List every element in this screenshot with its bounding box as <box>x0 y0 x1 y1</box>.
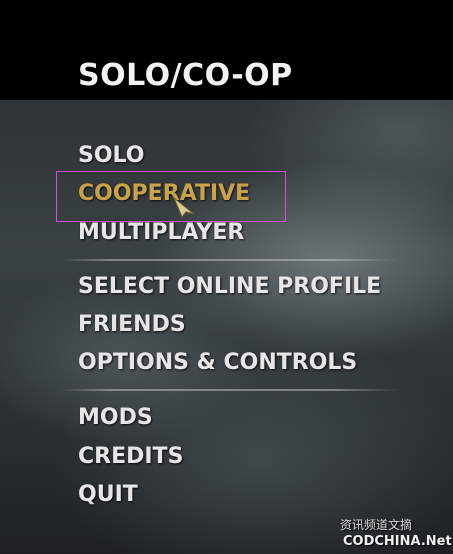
menu-divider <box>60 389 400 391</box>
menu-item-mods[interactable]: MODS <box>78 405 153 430</box>
watermark-site: CODCHINA.Net <box>343 534 452 549</box>
selection-highlight-box <box>56 171 286 222</box>
menu-divider <box>60 259 400 261</box>
main-menu: SOLO COOPERATIVE MULTIPLAYER SELECT ONLI… <box>0 0 453 554</box>
menu-item-quit[interactable]: QUIT <box>78 482 138 507</box>
menu-item-solo[interactable]: SOLO <box>78 143 144 168</box>
menu-item-options-controls[interactable]: OPTIONS & CONTROLS <box>78 350 357 375</box>
menu-item-friends[interactable]: FRIENDS <box>78 312 186 337</box>
mouse-pointer-icon <box>173 197 195 218</box>
menu-item-credits[interactable]: CREDITS <box>78 444 183 469</box>
watermark-text: 资讯频道文摘 <box>340 518 413 532</box>
menu-item-multiplayer[interactable]: MULTIPLAYER <box>78 220 244 245</box>
menu-item-select-online-profile[interactable]: SELECT ONLINE PROFILE <box>78 274 381 299</box>
